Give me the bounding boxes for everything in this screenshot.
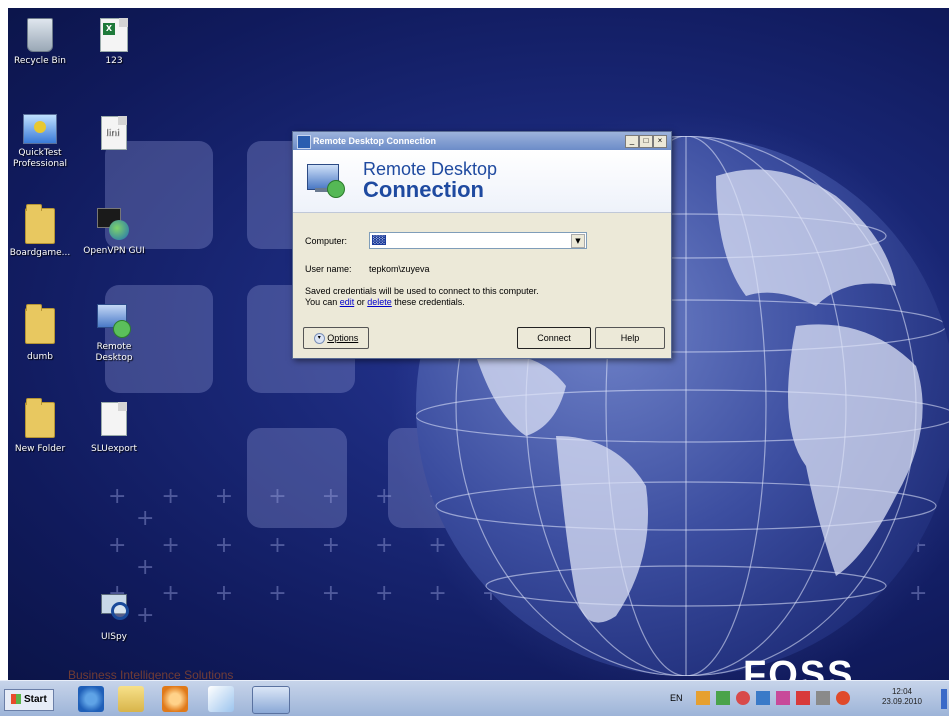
edit-credentials-link[interactable]: edit	[340, 297, 355, 307]
computer-label: Computer:	[305, 236, 348, 246]
remote-desktop-icon	[97, 304, 131, 338]
tray-app-icon[interactable]	[836, 691, 850, 705]
quicktest-icon	[23, 114, 57, 144]
desktop-icon-label: New Folder	[14, 444, 66, 454]
desktop-icon-label: Remote Desktop	[95, 342, 133, 363]
desktop-icon-uispy[interactable]: UISpy	[78, 592, 150, 643]
desktop-icon-123[interactable]: X 123	[78, 18, 150, 67]
saved-credentials-line1: Saved credentials will be used to connec…	[305, 286, 539, 296]
network-icon[interactable]	[756, 691, 770, 705]
chevron-down-icon: ▾	[313, 333, 325, 345]
options-button[interactable]: ▾ Options	[303, 327, 369, 349]
foss-watermark: FOSS	[743, 654, 855, 680]
folder-icon	[25, 398, 55, 438]
start-button[interactable]: Start	[4, 689, 54, 711]
dialog-title: Remote Desktop Connection	[313, 136, 437, 146]
tray-app-icon[interactable]	[736, 691, 750, 705]
computer-combobox[interactable]: ░░ ▼	[369, 232, 587, 249]
computer-value: ░░	[372, 235, 387, 245]
uispy-icon	[99, 592, 129, 622]
username-label: User name:	[305, 264, 352, 274]
recycle-bin-icon	[27, 18, 53, 52]
desktop-icon-label: 123	[105, 56, 123, 66]
tray-app-icon[interactable]	[776, 691, 790, 705]
explorer-folder-icon[interactable]	[118, 686, 144, 712]
close-button[interactable]: ×	[653, 135, 667, 148]
desktop-icon-sluexport[interactable]: SLUexport	[78, 402, 150, 455]
maximize-button[interactable]: □	[639, 135, 653, 148]
folder-icon	[25, 204, 55, 244]
options-label: Options	[327, 333, 359, 343]
saved-suffix-text: these credentials.	[391, 297, 465, 307]
banner-line2: Connection	[363, 177, 484, 202]
desktop-icon-lini[interactable]: lini	[78, 116, 150, 165]
windows-flag-icon	[11, 694, 22, 705]
clock[interactable]: 12:04 23.09.2010	[876, 687, 928, 707]
clock-time: 12:04	[891, 687, 913, 696]
language-indicator[interactable]: EN	[670, 693, 683, 703]
show-desktop-button[interactable]	[941, 689, 947, 709]
folder-icon	[25, 304, 55, 344]
file-icon	[101, 402, 127, 436]
desktop-icon-boardgame[interactable]: Boardgame...	[8, 204, 76, 259]
connect-button[interactable]: Connect	[517, 327, 591, 349]
delete-credentials-link[interactable]: delete	[367, 297, 392, 307]
tray-icons	[696, 691, 866, 707]
dialog-titlebar[interactable]: Remote Desktop Connection _ □ ×	[293, 132, 671, 150]
excel-file-icon: X	[100, 18, 128, 52]
desktop-icon-dumb[interactable]: dumb	[8, 304, 76, 363]
paint-icon[interactable]	[208, 686, 234, 712]
tray-app-icon[interactable]	[716, 691, 730, 705]
help-button[interactable]: Help	[595, 327, 665, 349]
desktop-icon-recycle-bin[interactable]: Recycle Bin	[8, 18, 76, 67]
start-label: Start	[23, 694, 47, 705]
desktop-faded-text: Business Intelligence Solutions	[68, 668, 234, 680]
dialog-banner: Remote Desktop Connection	[293, 150, 671, 213]
username-value: tepkom\zuyeva	[369, 264, 430, 274]
pdf-icon[interactable]	[796, 691, 810, 705]
desktop-icon-label: QuickTest Professional	[12, 148, 68, 169]
desktop-icon-label: Boardgame...	[9, 248, 71, 258]
tray-app-icon[interactable]	[816, 691, 830, 705]
saved-or-text: or	[354, 297, 368, 307]
minimize-button[interactable]: _	[625, 135, 639, 148]
remote-desktop-dialog: Remote Desktop Connection _ □ × Remote D…	[292, 131, 672, 359]
desktop-icon-label: Recycle Bin	[14, 56, 66, 66]
desktop-icon-label: OpenVPN GUI	[83, 246, 145, 256]
desktop-icon-label: dumb	[27, 352, 53, 362]
clock-date: 23.09.2010	[881, 697, 923, 706]
desktop-icon-new-folder[interactable]: New Folder	[8, 398, 76, 455]
desktop-icon-label: lini	[105, 128, 119, 138]
internet-explorer-icon[interactable]	[78, 686, 104, 712]
openvpn-icon	[97, 208, 131, 242]
desktop-icon-label: SLUexport	[90, 444, 138, 454]
desktop-icon-quicktest[interactable]: QuickTest Professional	[8, 114, 76, 170]
taskbar: Start EN 12:04 23.09.2010	[0, 680, 949, 716]
desktop-icon-remote-desktop[interactable]: Remote Desktop	[78, 304, 150, 364]
rdp-small-icon	[297, 135, 311, 149]
outlook-icon[interactable]	[162, 686, 188, 712]
chevron-down-icon[interactable]: ▼	[571, 234, 585, 248]
tray-app-icon[interactable]	[696, 691, 710, 705]
saved-prefix-text: You can	[305, 297, 340, 307]
remote-desktop-icon	[307, 160, 347, 200]
taskbar-remote-desktop-icon[interactable]	[252, 686, 290, 714]
desktop-icon-label: UISpy	[101, 632, 127, 642]
desktop-icon-openvpn[interactable]: OpenVPN GUI	[78, 208, 150, 257]
saved-credentials-line2: You can edit or delete these credentials…	[305, 297, 465, 307]
